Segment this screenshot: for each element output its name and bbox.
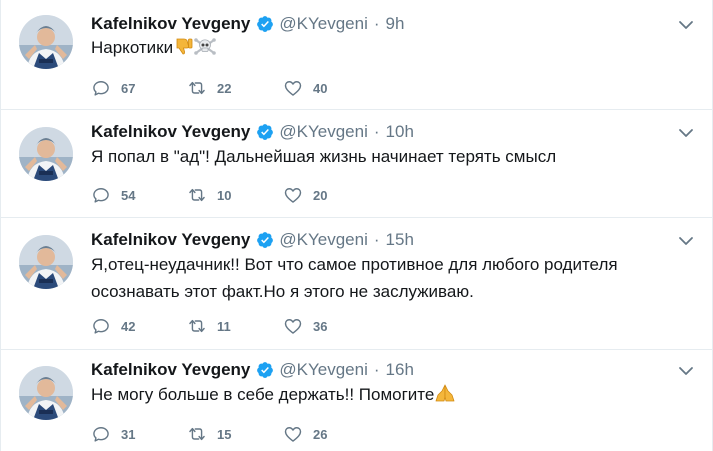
tweet-actions: 42 11 36 — [91, 315, 379, 337]
tweet-text-line: Я,отец-неудачник!! Вот что самое противн… — [91, 255, 618, 274]
heart-icon — [283, 316, 303, 336]
verified-badge-icon — [256, 123, 274, 141]
avatar[interactable] — [19, 366, 73, 420]
reply-count: 54 — [121, 187, 136, 203]
reply-button[interactable]: 54 — [91, 185, 187, 205]
verified-badge-icon — [256, 361, 274, 379]
author-handle[interactable]: @KYevgeni — [279, 14, 367, 34]
tweet-text-content: Я попал в "ад"! Дальнейшая жизнь начинае… — [91, 147, 557, 166]
chevron-down-icon[interactable] — [678, 233, 694, 249]
retweet-count: 22 — [217, 80, 232, 96]
reply-button[interactable]: 31 — [91, 424, 187, 444]
tweet-header: Kafelnikov Yevgeny @KYevgeni · 16h — [91, 358, 414, 382]
author-name[interactable]: Kafelnikov Yevgeny — [91, 14, 250, 34]
reply-button[interactable]: 67 — [91, 78, 187, 98]
like-button[interactable]: 36 — [283, 316, 379, 336]
author-name[interactable]: Kafelnikov Yevgeny — [91, 122, 250, 142]
reply-count: 42 — [121, 318, 136, 334]
tweet-timeline: Kafelnikov Yevgeny @KYevgeni · 9h Наркот… — [0, 0, 713, 451]
tweet-text: Я,отец-неудачник!! Вот что самое противн… — [91, 251, 691, 305]
tweet-text-content: Наркотики — [91, 38, 174, 57]
tweet[interactable]: Kafelnikov Yevgeny @KYevgeni · 15h Я,оте… — [1, 218, 712, 350]
author-name[interactable]: Kafelnikov Yevgeny — [91, 230, 250, 250]
thumbs-down-emoji — [173, 36, 193, 64]
retweet-icon — [187, 185, 207, 205]
avatar[interactable] — [19, 15, 73, 69]
retweet-icon — [187, 316, 207, 336]
retweet-button[interactable]: 10 — [187, 185, 283, 205]
author-handle[interactable]: @KYevgeni — [279, 122, 367, 142]
tweet-header: Kafelnikov Yevgeny @KYevgeni · 15h — [91, 228, 414, 252]
chevron-down-icon[interactable] — [678, 17, 694, 33]
tweet[interactable]: Kafelnikov Yevgeny @KYevgeni · 10h Я поп… — [1, 110, 712, 218]
tweet-text-content: Не могу больше в себе держать!! Помогите — [91, 385, 435, 404]
tweet[interactable]: Kafelnikov Yevgeny @KYevgeni · 9h Наркот… — [1, 0, 712, 110]
reply-button[interactable]: 42 — [91, 316, 187, 336]
retweet-button[interactable]: 15 — [187, 424, 283, 444]
tweet-actions: 67 22 40 — [91, 77, 379, 99]
retweet-count: 10 — [217, 187, 232, 203]
timestamp[interactable]: 15h — [386, 230, 414, 250]
retweet-button[interactable]: 11 — [187, 316, 283, 336]
separator: · — [373, 230, 380, 249]
like-count: 40 — [313, 80, 328, 96]
reply-icon — [91, 78, 111, 98]
like-count: 26 — [313, 426, 328, 442]
avatar[interactable] — [19, 235, 73, 289]
retweet-icon — [187, 424, 207, 444]
verified-badge-icon — [256, 231, 274, 249]
reply-icon — [91, 185, 111, 205]
retweet-count: 15 — [217, 426, 232, 442]
like-button[interactable]: 40 — [283, 78, 379, 98]
avatar[interactable] — [19, 127, 73, 181]
like-count: 20 — [313, 187, 328, 203]
timestamp[interactable]: 16h — [386, 360, 414, 380]
separator: · — [373, 14, 380, 33]
heart-icon — [283, 185, 303, 205]
tweet-text: Наркотики — [91, 34, 691, 64]
like-count: 36 — [313, 318, 328, 334]
tweet-text: Я попал в "ад"! Дальнейшая жизнь начинае… — [91, 143, 691, 170]
timestamp[interactable]: 9h — [386, 14, 405, 34]
tweet-actions: 54 10 20 — [91, 184, 379, 206]
retweet-button[interactable]: 22 — [187, 78, 283, 98]
tweet[interactable]: Kafelnikov Yevgeny @KYevgeni · 16h Не мо… — [1, 350, 712, 451]
reply-count: 31 — [121, 426, 136, 442]
heart-icon — [283, 424, 303, 444]
tweet-text: Не могу больше в себе держать!! Помогите — [91, 381, 691, 411]
timestamp[interactable]: 10h — [386, 122, 414, 142]
like-button[interactable]: 20 — [283, 185, 379, 205]
retweet-icon — [187, 78, 207, 98]
reply-icon — [91, 424, 111, 444]
author-handle[interactable]: @KYevgeni — [279, 230, 367, 250]
chevron-down-icon[interactable] — [678, 363, 694, 379]
tweet-header: Kafelnikov Yevgeny @KYevgeni · 10h — [91, 120, 414, 144]
reply-count: 67 — [121, 80, 136, 96]
heart-icon — [283, 78, 303, 98]
folded-hands-emoji — [434, 383, 456, 411]
separator: · — [373, 122, 380, 141]
author-handle[interactable]: @KYevgeni — [279, 360, 367, 380]
author-name[interactable]: Kafelnikov Yevgeny — [91, 360, 250, 380]
verified-badge-icon — [256, 15, 274, 33]
reply-icon — [91, 316, 111, 336]
tweet-header: Kafelnikov Yevgeny @KYevgeni · 9h — [91, 12, 404, 36]
skull-crossbones-emoji — [193, 36, 217, 64]
separator: · — [373, 360, 380, 379]
like-button[interactable]: 26 — [283, 424, 379, 444]
tweet-actions: 31 15 26 — [91, 423, 379, 445]
chevron-down-icon[interactable] — [678, 125, 694, 141]
tweet-text-line: осознавать этот факт.Но я этого не заслу… — [91, 282, 474, 301]
retweet-count: 11 — [217, 318, 231, 334]
